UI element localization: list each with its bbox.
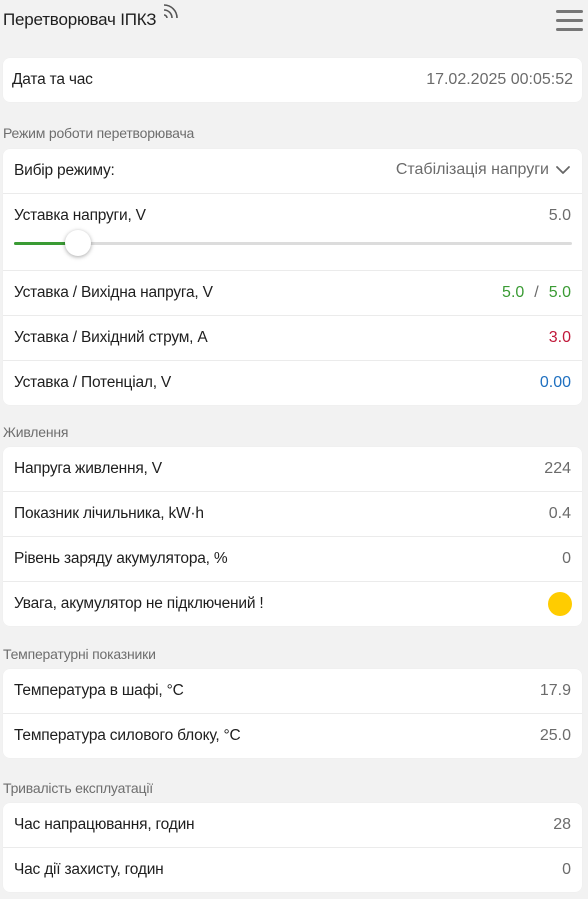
voltage-values: 5.0 / 5.0 bbox=[502, 284, 571, 302]
operating-hours-row: Час напрацювання, годин 28 bbox=[3, 803, 582, 848]
setpoint-label: Уставка напруги, V bbox=[14, 207, 146, 224]
potential-label: Уставка / Потенціал, V bbox=[14, 374, 172, 391]
cabinet-temp-label: Температура в шафі, °C bbox=[14, 682, 184, 699]
datetime-value: 17.02.2025 00:05:52 bbox=[426, 71, 573, 88]
mode-card: Вибір режиму: Стабілізація напруги Устав… bbox=[3, 149, 582, 405]
datetime-label: Дата та час bbox=[12, 71, 93, 88]
power-block-temp-label: Температура силового блоку, °C bbox=[14, 727, 241, 744]
power-card: Напруга живлення, V 224 Показник лічильн… bbox=[3, 447, 582, 626]
setpoint-slider-track[interactable] bbox=[14, 230, 572, 256]
datetime-row: Дата та час 17.02.2025 00:05:52 bbox=[3, 58, 582, 102]
mode-select-label: Вибір режиму: bbox=[14, 162, 115, 179]
hamburger-menu-icon[interactable] bbox=[556, 9, 583, 33]
power-section-title: Живлення bbox=[3, 424, 69, 440]
supply-voltage-value: 224 bbox=[544, 460, 571, 477]
potential-value: 0.00 bbox=[539, 374, 571, 391]
mode-select-value: Стабілізація напруги bbox=[395, 161, 549, 178]
battery-level-value: 0 bbox=[562, 550, 571, 567]
wifi-signal-icon bbox=[163, 4, 178, 18]
temp-section-title: Температурні показники bbox=[3, 646, 156, 662]
protection-hours-row: Час дії захисту, годин 0 bbox=[3, 848, 582, 892]
mode-select[interactable]: Стабілізація напруги bbox=[396, 161, 571, 179]
datetime-card: Дата та час 17.02.2025 00:05:52 bbox=[3, 58, 582, 102]
protection-hours-value: 0 bbox=[562, 861, 571, 878]
setpoint-value: 5.0 bbox=[548, 207, 571, 224]
app-root: Перетворювач ІПКЗ Дата та час 17.02.2025… bbox=[0, 0, 588, 899]
power-block-temp-value: 25.0 bbox=[539, 727, 571, 744]
chevron-down-icon bbox=[556, 166, 570, 174]
setpoint-slider-thumb[interactable] bbox=[65, 230, 92, 256]
temp-card: Температура в шафі, °C 17.9 Температура … bbox=[3, 669, 582, 758]
cabinet-temp-row: Температура в шафі, °C 17.9 bbox=[3, 669, 582, 714]
app-title: Перетворювач ІПКЗ bbox=[3, 10, 157, 29]
uptime-card: Час напрацювання, годин 28 Час дії захис… bbox=[3, 803, 582, 892]
setpoint-slider-row: Уставка напруги, V 5.0 bbox=[3, 194, 582, 271]
app-header: Перетворювач ІПКЗ bbox=[0, 0, 588, 44]
power-block-temp-row: Температура силового блоку, °C 25.0 bbox=[3, 714, 582, 758]
current-row: Уставка / Вихідний струм, A 3.0 bbox=[3, 316, 582, 361]
warning-indicator-icon bbox=[548, 592, 572, 616]
meter-row: Показник лічильника, kW·h 0.4 bbox=[3, 492, 582, 537]
meter-label: Показник лічильника, kW·h bbox=[14, 505, 204, 522]
battery-level-label: Рівень заряду акумулятора, % bbox=[14, 550, 228, 567]
protection-hours-label: Час дії захисту, годин bbox=[14, 861, 164, 878]
current-value: 3.0 bbox=[548, 329, 571, 346]
cabinet-temp-value: 17.9 bbox=[539, 682, 571, 699]
potential-row: Уставка / Потенціал, V 0.00 bbox=[3, 361, 582, 405]
meter-value: 0.4 bbox=[548, 505, 571, 522]
mode-select-row[interactable]: Вибір режиму: Стабілізація напруги bbox=[3, 149, 582, 194]
battery-warning-row: Увага, акумулятор не підключений ! bbox=[3, 582, 582, 626]
battery-level-row: Рівень заряду акумулятора, % 0 bbox=[3, 537, 582, 582]
voltage-output-value: 5.0 bbox=[548, 284, 571, 301]
voltage-separator: / bbox=[534, 284, 539, 301]
voltage-setpoint-value: 5.0 bbox=[502, 284, 525, 301]
voltage-label: Уставка / Вихідна напруга, V bbox=[14, 284, 213, 301]
battery-warning-label: Увага, акумулятор не підключений ! bbox=[14, 595, 264, 612]
mode-section-title: Режим роботи перетворювача bbox=[3, 125, 195, 141]
supply-voltage-row: Напруга живлення, V 224 bbox=[3, 447, 582, 492]
voltage-row: Уставка / Вихідна напруга, V 5.0 / 5.0 bbox=[3, 271, 582, 316]
operating-hours-value: 28 bbox=[553, 816, 571, 833]
operating-hours-label: Час напрацювання, годин bbox=[14, 816, 195, 833]
current-label: Уставка / Вихідний струм, A bbox=[14, 329, 208, 346]
uptime-section-title: Тривалість експлуатації bbox=[3, 780, 153, 796]
supply-voltage-label: Напруга живлення, V bbox=[14, 460, 162, 477]
